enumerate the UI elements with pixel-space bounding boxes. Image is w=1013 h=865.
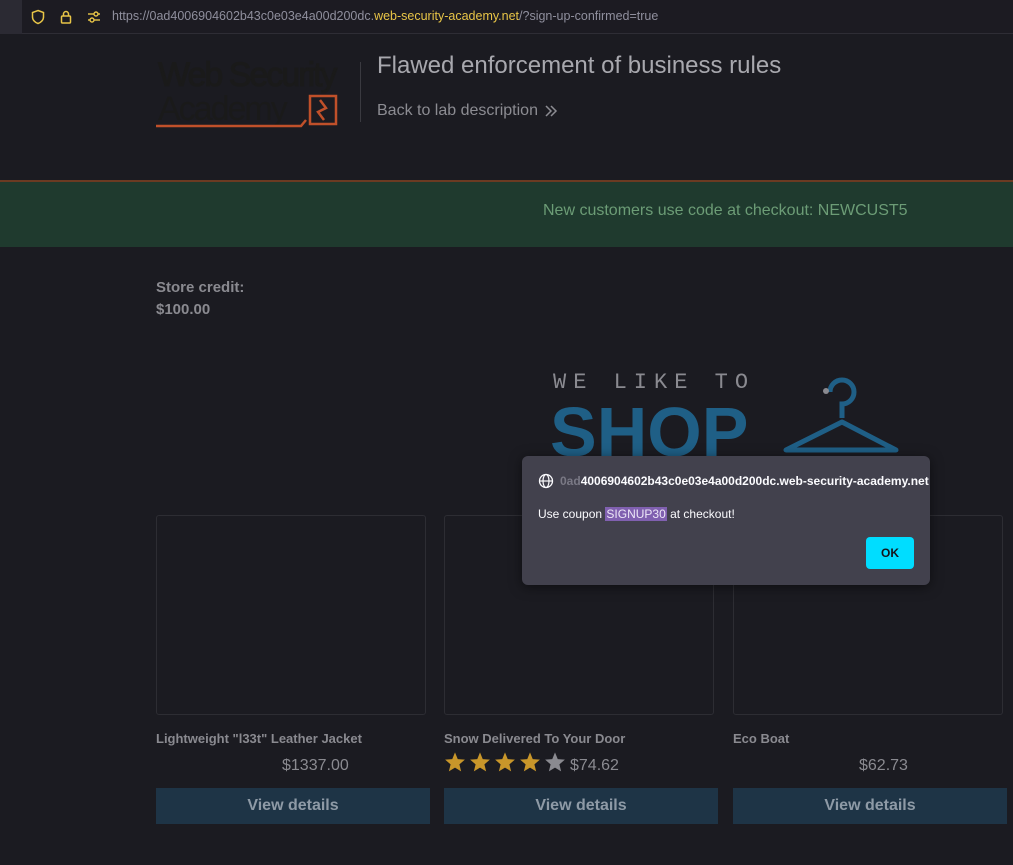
url-prefix: https://0ad4006904602b43c0e03e4a00d200dc… <box>112 9 375 23</box>
product-name: Eco Boat <box>733 731 790 746</box>
shop-banner-line1: WE LIKE TO <box>553 370 755 395</box>
alert-dialog: 0ad4006904602b43c0e03e4a00d200dc.web-sec… <box>522 456 930 585</box>
globe-icon <box>538 473 554 489</box>
star-filled-icon <box>520 752 540 772</box>
product-price: $1337.00 <box>282 757 349 774</box>
url-text[interactable]: https://0ad4006904602b43c0e03e4a00d200dc… <box>112 9 658 23</box>
star-filled-icon <box>470 752 490 772</box>
banner-text: New customers use code at checkout: NEWC… <box>543 202 908 219</box>
svg-text:Web Security: Web Security <box>158 56 338 94</box>
lock-icon[interactable] <box>58 9 74 25</box>
dialog-origin-host: 4006904602b43c0e03e4a00d200dc.web-securi… <box>580 474 929 488</box>
hanger-icon <box>783 377 899 453</box>
star-empty-icon <box>545 752 565 772</box>
back-link-label: Back to lab description <box>377 102 538 119</box>
view-details-button[interactable]: View details <box>733 788 1007 824</box>
header-divider <box>360 62 361 122</box>
dialog-message-before: Use coupon <box>538 507 606 521</box>
url-domain: web-security-academy.net <box>374 9 520 23</box>
double-chevron-right-icon <box>545 105 558 117</box>
product-price: $74.62 <box>570 757 619 774</box>
product-image[interactable] <box>156 515 426 715</box>
store-credit-value: $100.00 <box>156 301 211 318</box>
product-card: Lightweight "l33t" Leather Jacket $1337.… <box>156 515 432 835</box>
product-name: Lightweight "l33t" Leather Jacket <box>156 731 362 746</box>
toolbar-edge <box>0 0 22 34</box>
notification-banner: New customers use code at checkout: NEWC… <box>0 182 1013 247</box>
star-filled-icon <box>445 752 465 772</box>
address-field[interactable]: https://0ad4006904602b43c0e03e4a00d200dc… <box>22 0 1013 34</box>
view-details-button[interactable]: View details <box>444 788 718 824</box>
rating-stars <box>444 751 566 773</box>
product-name: Snow Delivered To Your Door <box>444 731 626 746</box>
web-security-academy-logo[interactable]: Web Security Academy <box>156 56 356 128</box>
lab-title: Flawed enforcement of business rules <box>377 52 782 79</box>
coupon-code: SIGNUP30 <box>605 507 667 521</box>
dialog-message-after: at checkout! <box>666 507 735 521</box>
permissions-icon[interactable] <box>86 9 102 25</box>
tracking-protection-shield-icon[interactable] <box>30 9 46 25</box>
store-credit-label: Store credit: <box>156 279 245 296</box>
back-to-lab-link[interactable]: Back to lab description <box>377 102 558 120</box>
product-price: $62.73 <box>859 757 908 774</box>
ok-button[interactable]: OK <box>866 537 914 569</box>
dialog-origin-faded: 0ad <box>560 474 581 488</box>
view-details-button[interactable]: View details <box>156 788 430 824</box>
url-suffix: /?sign-up-confirmed=true <box>519 9 659 23</box>
star-filled-icon <box>495 752 515 772</box>
svg-text:Academy: Academy <box>158 90 288 128</box>
dialog-message: Use coupon SIGNUP30 at checkout! <box>538 507 735 521</box>
dialog-origin: 0ad4006904602b43c0e03e4a00d200dc.web-sec… <box>538 473 929 489</box>
browser-urlbar: https://0ad4006904602b43c0e03e4a00d200dc… <box>0 0 1013 34</box>
